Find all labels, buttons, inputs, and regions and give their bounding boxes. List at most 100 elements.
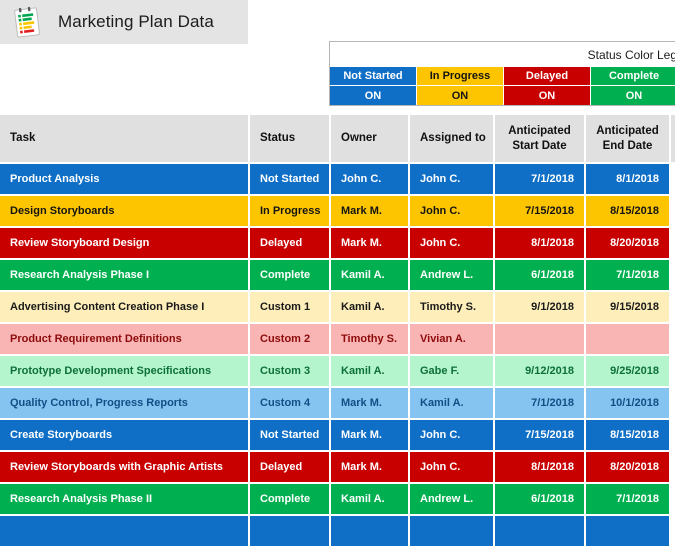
page-title: Marketing Plan Data [58,12,214,32]
end-date-cell[interactable]: 8/20/2018 [585,227,670,259]
legend-status-not-started[interactable]: Not Started [330,67,417,86]
start-date-cell[interactable]: 8/1/2018 [494,227,585,259]
assigned-to-cell[interactable]: John C. [409,163,494,195]
owner-cell[interactable]: Mark M. [330,387,409,419]
end-date-cell[interactable]: 8/20/2018 [585,451,670,483]
task-cell[interactable]: Product Requirement Definitions [0,323,249,355]
legend-toggle-complete[interactable]: ON [591,86,675,105]
owner-cell[interactable]: Mark M. [330,195,409,227]
assigned-to-cell[interactable]: John C. [409,419,494,451]
column-header-anticipated-end-date[interactable]: Anticipated End Date [585,115,670,163]
assigned-to-cell[interactable]: Gabe F. [409,355,494,387]
legend-status-delayed[interactable]: Delayed [504,67,591,86]
end-date-cell[interactable]: 7/1/2018 [585,483,670,515]
legend-toggle-in-progress[interactable]: ON [417,86,504,105]
start-date-cell[interactable]: 7/15/2018 [494,419,585,451]
legend-status-in-progress[interactable]: In Progress [417,67,504,86]
status-cell[interactable]: Not Started [249,419,330,451]
owner-cell[interactable]: Mark M. [330,451,409,483]
owner-cell[interactable]: Timothy S. [330,323,409,355]
legend-status-complete[interactable]: Complete [591,67,675,86]
task-cell[interactable]: Quality Control, Progress Reports [0,387,249,419]
legend-toggle-delayed[interactable]: ON [504,86,591,105]
start-date-cell[interactable]: 9/12/2018 [494,355,585,387]
column-header-status[interactable]: Status [249,115,330,163]
status-color-legend: Status Color Leg Not Started In Progress… [329,41,675,106]
assigned-to-cell[interactable]: Vivian A. [409,323,494,355]
column-header-task[interactable]: Task [0,115,249,163]
assigned-to-cell[interactable]: John C. [409,195,494,227]
legend-toggle-not-started[interactable]: ON [330,86,417,105]
table-row[interactable]: Prototype Development SpecificationsCust… [0,355,675,387]
status-cell[interactable]: In Progress [249,195,330,227]
start-date-cell[interactable]: 6/1/2018 [494,483,585,515]
start-date-cell[interactable]: 8/1/2018 [494,451,585,483]
legend-title-row: Status Color Leg [330,42,675,67]
start-date-cell[interactable] [494,323,585,355]
end-date-cell[interactable]: 9/25/2018 [585,355,670,387]
table-row[interactable]: Create StoryboardsNot StartedMark M.John… [0,419,675,451]
status-cell[interactable]: Not Started [249,163,330,195]
owner-cell[interactable]: John C. [330,163,409,195]
owner-cell[interactable]: Mark M. [330,227,409,259]
end-date-cell[interactable]: 9/15/2018 [585,291,670,323]
start-date-cell[interactable]: 7/15/2018 [494,195,585,227]
assigned-to-cell[interactable]: Kamil A. [409,387,494,419]
table-row[interactable]: Review Storyboards with Graphic ArtistsD… [0,451,675,483]
table-row[interactable]: Product Requirement DefinitionsCustom 2T… [0,323,675,355]
row-overflow-cell [670,419,675,451]
column-header-anticipated-start-date[interactable]: Anticipated Start Date [494,115,585,163]
start-date-cell[interactable]: 7/1/2018 [494,387,585,419]
assigned-to-cell[interactable]: Timothy S. [409,291,494,323]
assigned-to-cell[interactable]: Andrew L. [409,259,494,291]
status-cell[interactable]: Custom 4 [249,387,330,419]
table-row[interactable]: Research Analysis Phase ICompleteKamil A… [0,259,675,291]
task-cell[interactable]: Review Storyboard Design [0,227,249,259]
start-date-cell[interactable]: 7/1/2018 [494,163,585,195]
task-cell[interactable]: Review Storyboards with Graphic Artists [0,451,249,483]
table-row[interactable]: Review Storyboard DesignDelayedMark M.Jo… [0,227,675,259]
status-cell[interactable]: Custom 3 [249,355,330,387]
row-overflow-cell [670,227,675,259]
task-cell[interactable]: Create Storyboards [0,419,249,451]
end-date-cell[interactable]: 7/1/2018 [585,259,670,291]
task-cell[interactable]: Product Analysis [0,163,249,195]
task-cell[interactable]: Research Analysis Phase I [0,259,249,291]
status-cell[interactable]: Custom 1 [249,291,330,323]
owner-cell[interactable]: Kamil A. [330,291,409,323]
end-date-cell[interactable]: 8/15/2018 [585,419,670,451]
column-header-assigned-to[interactable]: Assigned to [409,115,494,163]
table-row[interactable]: Advertising Content Creation Phase ICust… [0,291,675,323]
table-row[interactable]: Design StoryboardsIn ProgressMark M.John… [0,195,675,227]
end-date-cell[interactable]: 10/1/2018 [585,387,670,419]
column-header-owner[interactable]: Owner [330,115,409,163]
end-date-line-1: Anticipated [596,125,659,137]
task-cell[interactable]: Advertising Content Creation Phase I [0,291,249,323]
status-cell[interactable]: Custom 2 [249,323,330,355]
owner-cell[interactable]: Kamil A. [330,355,409,387]
owner-cell[interactable]: Kamil A. [330,483,409,515]
legend-status-toggles-row: ON ON ON ON [330,86,675,105]
status-cell[interactable]: Delayed [249,227,330,259]
status-cell[interactable]: Complete [249,259,330,291]
end-date-cell[interactable]: 8/1/2018 [585,163,670,195]
task-cell[interactable]: Research Analysis Phase II [0,483,249,515]
status-cell[interactable]: Delayed [249,451,330,483]
table-row[interactable]: Research Analysis Phase IICompleteKamil … [0,483,675,515]
assigned-to-cell[interactable]: Andrew L. [409,483,494,515]
status-cell[interactable]: Complete [249,483,330,515]
table-header: Task Status Owner Assigned to Anticipate… [0,115,675,163]
owner-cell[interactable]: Kamil A. [330,259,409,291]
end-date-cell[interactable]: 8/15/2018 [585,195,670,227]
assigned-to-cell[interactable]: John C. [409,227,494,259]
task-cell[interactable]: Design Storyboards [0,195,249,227]
table-row[interactable]: Product AnalysisNot StartedJohn C.John C… [0,163,675,195]
row-overflow-cell [670,355,675,387]
assigned-to-cell[interactable]: John C. [409,451,494,483]
start-date-cell[interactable]: 9/1/2018 [494,291,585,323]
start-date-cell[interactable]: 6/1/2018 [494,259,585,291]
end-date-cell[interactable] [585,323,670,355]
table-row[interactable]: Quality Control, Progress ReportsCustom … [0,387,675,419]
task-cell[interactable]: Prototype Development Specifications [0,355,249,387]
owner-cell[interactable]: Mark M. [330,419,409,451]
